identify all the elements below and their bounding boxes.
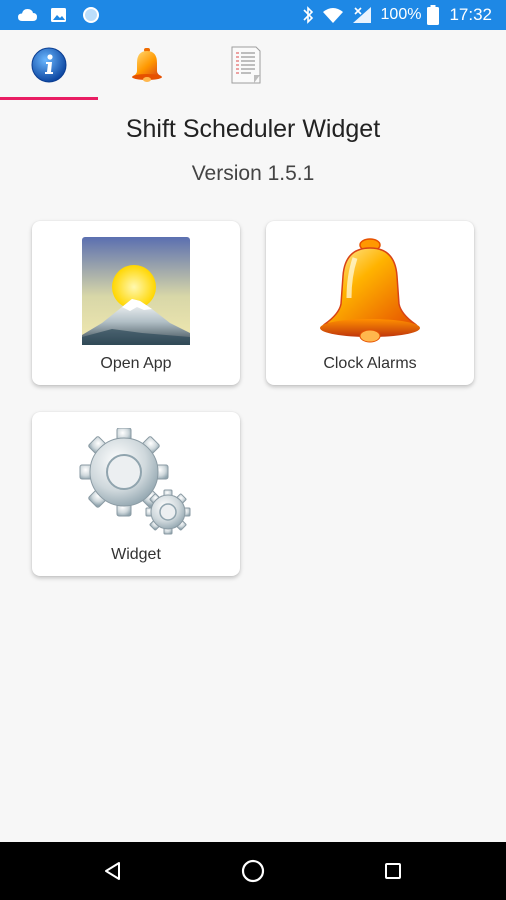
battery-percent: 100%	[380, 6, 422, 23]
home-button[interactable]	[238, 856, 268, 886]
app-version: Version 1.5.1	[191, 162, 315, 185]
battery-icon	[427, 5, 440, 25]
tab-selected-indicator	[0, 97, 98, 100]
tab-alarms[interactable]	[98, 30, 196, 100]
sync-circle-icon	[83, 7, 99, 23]
navigation-bar	[0, 842, 506, 900]
bell-icon	[320, 238, 420, 343]
widget-label: Widget	[111, 546, 161, 563]
mountain-icon	[82, 237, 190, 345]
system-icons: 100% 17:32	[301, 0, 492, 30]
image-icon	[51, 8, 66, 22]
clock-time: 17:32	[449, 5, 492, 24]
document-icon	[231, 46, 261, 84]
home-circle-icon	[241, 859, 265, 883]
bluetooth-wifi-signal-icons	[302, 6, 371, 24]
back-triangle-icon	[105, 862, 120, 880]
bell-icon	[132, 48, 162, 82]
clock-alarms-button[interactable]: Clock Alarms	[266, 221, 474, 385]
widget-button[interactable]: Widget	[32, 412, 240, 576]
status-bar: 100% 17:32	[0, 0, 506, 30]
tab-bar	[0, 30, 506, 100]
open-app-button[interactable]: Open App	[32, 221, 240, 385]
cloud-icon	[18, 9, 37, 21]
tab-info[interactable]	[0, 30, 98, 100]
info-icon	[31, 47, 67, 83]
back-button[interactable]	[98, 856, 128, 886]
clock-alarms-label: Clock Alarms	[323, 355, 417, 372]
recents-square-icon	[385, 863, 401, 879]
app-title: Shift Scheduler Widget	[125, 115, 381, 143]
tab-log[interactable]	[196, 30, 294, 100]
recents-button[interactable]	[378, 856, 408, 886]
open-app-label: Open App	[100, 355, 172, 372]
gears-icon	[79, 428, 191, 535]
notification-icons	[18, 6, 108, 24]
